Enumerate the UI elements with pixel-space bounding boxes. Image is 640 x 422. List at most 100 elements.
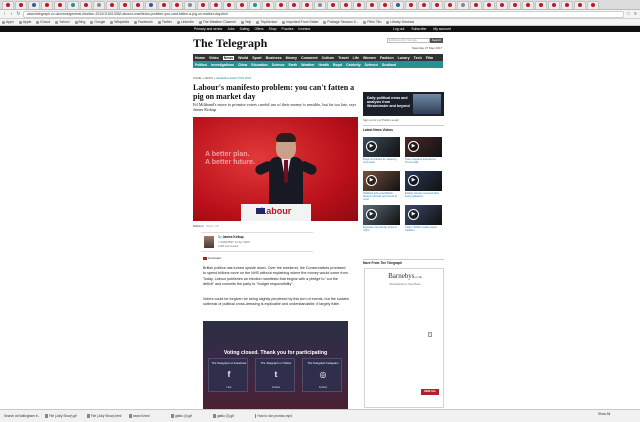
- browser-tab[interactable]: [28, 0, 40, 9]
- primary-nav-item[interactable]: Sport: [252, 56, 261, 60]
- browser-tab[interactable]: [145, 0, 157, 9]
- breadcrumb-home[interactable]: HOME: [193, 76, 201, 80]
- browser-tab[interactable]: [483, 0, 495, 9]
- download-item[interactable]: File (Jolly Show).gif: [45, 414, 82, 418]
- telegraph-bar-link[interactable]: Puzzles: [281, 27, 295, 31]
- bookmark-item[interactable]: Bing: [74, 20, 85, 24]
- browser-tab[interactable]: [158, 0, 170, 9]
- primary-nav-item[interactable]: Travel: [338, 56, 348, 60]
- browser-tab[interactable]: [509, 0, 521, 9]
- browser-tab[interactable]: [67, 0, 79, 9]
- browser-tab[interactable]: [457, 0, 469, 9]
- bookmark-item[interactable]: Postage Tamano 5...: [323, 20, 358, 24]
- primary-nav-item[interactable]: Home: [195, 56, 205, 60]
- browser-tab[interactable]: [444, 0, 456, 9]
- primary-nav-item[interactable]: Money: [286, 56, 297, 60]
- secondary-nav-item[interactable]: Health: [319, 63, 329, 67]
- bookmark-item[interactable]: Library Genesis: [386, 20, 414, 24]
- bookmark-item[interactable]: Facebook: [133, 20, 153, 24]
- secondary-nav-item[interactable]: Royal: [333, 63, 342, 67]
- browser-tab[interactable]: [106, 0, 118, 9]
- primary-nav-item[interactable]: Women: [363, 56, 376, 60]
- browser-tab[interactable]: [496, 0, 508, 9]
- browser-tab[interactable]: [132, 0, 144, 9]
- browser-tab[interactable]: [418, 0, 430, 9]
- browser-tab[interactable]: [54, 0, 66, 9]
- secondary-nav-item[interactable]: Celebrity: [346, 63, 361, 67]
- secondary-nav-item[interactable]: Education: [251, 63, 267, 67]
- primary-nav-item[interactable]: Video: [209, 56, 219, 60]
- download-item[interactable]: How to don promos.mp4: [255, 414, 292, 418]
- video-caption[interactable]: Elderly woman rescued after being attack…: [405, 192, 443, 198]
- bookmark-item[interactable]: Apps: [2, 20, 14, 24]
- browser-tab[interactable]: [366, 0, 378, 9]
- play-icon[interactable]: ▶: [408, 209, 419, 220]
- telegraph-bar-link[interactable]: Jobs: [226, 27, 235, 31]
- download-item[interactable]: gtalto (3).gif: [213, 414, 250, 418]
- reload-icon[interactable]: ↻: [16, 11, 21, 17]
- forward-icon[interactable]: ›: [9, 11, 14, 17]
- play-icon[interactable]: ▶: [408, 175, 419, 186]
- secondary-nav-item[interactable]: China: [238, 63, 247, 67]
- back-icon[interactable]: ‹: [2, 11, 7, 17]
- browser-tab[interactable]: [340, 0, 352, 9]
- browser-tab[interactable]: [587, 0, 599, 9]
- download-item[interactable]: gtalto (4).gif: [171, 414, 208, 418]
- browser-tab[interactable]: [223, 0, 235, 9]
- video-thumbnail[interactable]: ▶: [405, 171, 442, 191]
- bookmark-item[interactable]: Yelp: [240, 20, 251, 24]
- browser-tab[interactable]: [561, 0, 573, 9]
- browser-tab[interactable]: [548, 0, 560, 9]
- primary-nav-item[interactable]: Comment: [301, 56, 318, 60]
- bookmark-item[interactable]: The Weather Channel: [198, 20, 236, 24]
- bookmark-item[interactable]: Twitter: [157, 20, 172, 24]
- twitter-follow-card[interactable]: The Telegraph on Twitter t Follow: [255, 358, 295, 392]
- author-name[interactable]: By James Kirkup: [218, 235, 244, 239]
- play-icon[interactable]: ▶: [366, 175, 377, 186]
- browser-tab[interactable]: [379, 0, 391, 9]
- browser-tab[interactable]: [262, 0, 274, 9]
- primary-nav-item[interactable]: World: [238, 56, 248, 60]
- star-icon[interactable]: ☆: [626, 11, 631, 17]
- search-button[interactable]: Search: [430, 38, 443, 43]
- bookmark-item[interactable]: Yahoo!: [55, 20, 70, 24]
- telegraph-bar-link[interactable]: Investor: [297, 27, 311, 31]
- browser-tab[interactable]: [392, 0, 404, 9]
- browser-tab[interactable]: [119, 0, 131, 9]
- primary-nav-item[interactable]: Film: [426, 56, 433, 60]
- browser-tab[interactable]: [80, 0, 92, 9]
- masthead-logo[interactable]: The Telegraph: [193, 36, 267, 51]
- secondary-nav-item[interactable]: Defence: [365, 63, 378, 67]
- primary-nav-item[interactable]: Tech: [414, 56, 422, 60]
- author-avatar[interactable]: [204, 236, 214, 248]
- browser-tab[interactable]: [535, 0, 547, 9]
- video-caption[interactable]: Stabbed girls grandfather dented marvels…: [363, 192, 401, 202]
- primary-nav-item[interactable]: Luxury: [398, 56, 410, 60]
- search-input[interactable]: Enhanced by Google: [387, 38, 430, 43]
- twitter-card-action[interactable]: Follow: [256, 385, 296, 389]
- bookmark-item[interactable]: TripAdvisor: [256, 20, 277, 24]
- secondary-nav-item[interactable]: Weather: [301, 63, 314, 67]
- primary-nav-item[interactable]: Business: [266, 56, 282, 60]
- newsletter-signup-link[interactable]: Sign up for our Politics email: [363, 118, 398, 122]
- primary-nav-item[interactable]: Life: [353, 56, 359, 60]
- video-caption[interactable]: Dogs vet blocks for sleeping commuter: [363, 158, 401, 164]
- account-link[interactable]: Subscribe: [410, 27, 427, 31]
- primary-nav-item[interactable]: Culture: [322, 56, 335, 60]
- download-item[interactable]: search.html: [129, 414, 166, 418]
- browser-tab[interactable]: [327, 0, 339, 9]
- video-thumbnail[interactable]: ▶: [405, 137, 442, 157]
- primary-nav-item[interactable]: Fashion: [380, 56, 394, 60]
- breadcrumb-section[interactable]: GENERAL ELECTION 2015: [216, 76, 251, 80]
- play-icon[interactable]: ▶: [408, 141, 419, 152]
- primary-nav-item[interactable]: News: [222, 55, 235, 60]
- comments-count[interactable]: 1135 Comments: [218, 244, 238, 248]
- browser-tab[interactable]: [522, 0, 534, 9]
- bookmark-item[interactable]: Pleio Tito: [363, 20, 381, 24]
- download-item[interactable]: File (Jolly Show).html: [87, 414, 124, 418]
- browser-tab[interactable]: [574, 0, 586, 9]
- telegraph-bar-link[interactable]: Primary and senior: [193, 27, 223, 31]
- secondary-nav-item[interactable]: Earth: [289, 63, 298, 67]
- politics-newsletter-ad[interactable]: Daily political news and analysis from W…: [363, 92, 444, 116]
- video-thumbnail[interactable]: ▶: [363, 137, 400, 157]
